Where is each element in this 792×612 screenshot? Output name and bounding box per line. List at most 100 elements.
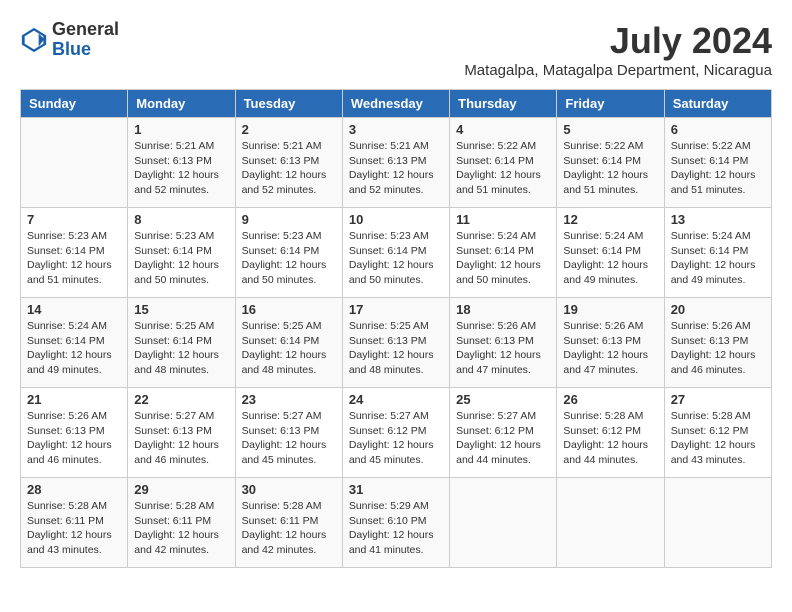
day-info: Sunrise: 5:27 AM Sunset: 6:12 PM Dayligh…	[349, 409, 443, 468]
day-info: Sunrise: 5:25 AM Sunset: 6:13 PM Dayligh…	[349, 319, 443, 378]
day-number: 5	[563, 122, 657, 137]
day-number: 23	[242, 392, 336, 407]
day-number: 15	[134, 302, 228, 317]
calendar-cell: 11 Sunrise: 5:24 AM Sunset: 6:14 PM Dayli…	[450, 208, 557, 298]
day-number: 18	[456, 302, 550, 317]
day-header-thursday: Thursday	[450, 90, 557, 118]
day-number: 12	[563, 212, 657, 227]
day-number: 20	[671, 302, 765, 317]
logo-icon	[20, 26, 48, 54]
calendar-cell: 24Sunrise: 5:27 AM Sunset: 6:12 PM Dayli…	[342, 388, 449, 478]
day-number: 11	[456, 212, 550, 227]
day-number: 1	[134, 122, 228, 137]
day-info: Sunrise: 5:27 AM Sunset: 6:13 PM Dayligh…	[134, 409, 228, 468]
calendar-cell: 29Sunrise: 5:28 AM Sunset: 6:11 PM Dayli…	[128, 478, 235, 568]
calendar-cell: 16 Sunrise: 5:25 AM Sunset: 6:14 PM Dayli…	[235, 298, 342, 388]
day-info: Sunrise: 5:21 AM Sunset: 6:13 PM Dayligh…	[134, 139, 228, 198]
calendar-cell: 26Sunrise: 5:28 AM Sunset: 6:12 PM Dayli…	[557, 388, 664, 478]
calendar-cell	[450, 478, 557, 568]
day-number: 28	[27, 482, 121, 497]
day-number: 16	[242, 302, 336, 317]
day-info: Sunrise: 5:22 AM Sunset: 6:14 PM Dayligh…	[671, 139, 765, 198]
calendar-cell: 30Sunrise: 5:28 AM Sunset: 6:11 PM Dayli…	[235, 478, 342, 568]
day-number: 21	[27, 392, 121, 407]
calendar-cell: 27 Sunrise: 5:28 AM Sunset: 6:12 PM Dayli…	[664, 388, 771, 478]
calendar-cell: 12 Sunrise: 5:24 AM Sunset: 6:14 PM Dayli…	[557, 208, 664, 298]
day-info: Sunrise: 5:27 AM Sunset: 6:12 PM Dayligh…	[456, 409, 550, 468]
calendar-cell: 31 Sunrise: 5:29 AM Sunset: 6:10 PM Dayli…	[342, 478, 449, 568]
day-info: Sunrise: 5:28 AM Sunset: 6:11 PM Dayligh…	[134, 499, 228, 558]
day-number: 2	[242, 122, 336, 137]
day-info: Sunrise: 5:27 AM Sunset: 6:13 PM Dayligh…	[242, 409, 336, 468]
logo-text: General Blue	[52, 20, 119, 60]
day-info: Sunrise: 5:23 AM Sunset: 6:14 PM Dayligh…	[27, 229, 121, 288]
day-info: Sunrise: 5:25 AM Sunset: 6:14 PM Dayligh…	[242, 319, 336, 378]
day-number: 4	[456, 122, 550, 137]
day-number: 22	[134, 392, 228, 407]
calendar-table: SundayMondayTuesdayWednesdayThursdayFrid…	[20, 89, 772, 568]
day-info: Sunrise: 5:26 AM Sunset: 6:13 PM Dayligh…	[456, 319, 550, 378]
title-block: July 2024 Matagalpa, Matagalpa Departmen…	[464, 20, 772, 79]
location-title: Matagalpa, Matagalpa Department, Nicarag…	[464, 62, 772, 79]
calendar-cell: 4 Sunrise: 5:22 AM Sunset: 6:14 PM Daylig…	[450, 118, 557, 208]
day-info: Sunrise: 5:23 AM Sunset: 6:14 PM Dayligh…	[134, 229, 228, 288]
day-info: Sunrise: 5:26 AM Sunset: 6:13 PM Dayligh…	[671, 319, 765, 378]
day-number: 6	[671, 122, 765, 137]
logo: General Blue	[20, 20, 119, 60]
day-number: 26	[563, 392, 657, 407]
day-info: Sunrise: 5:24 AM Sunset: 6:14 PM Dayligh…	[563, 229, 657, 288]
calendar-cell: 8 Sunrise: 5:23 AM Sunset: 6:14 PM Daylig…	[128, 208, 235, 298]
day-number: 31	[349, 482, 443, 497]
day-info: Sunrise: 5:21 AM Sunset: 6:13 PM Dayligh…	[349, 139, 443, 198]
day-number: 8	[134, 212, 228, 227]
day-info: Sunrise: 5:26 AM Sunset: 6:13 PM Dayligh…	[563, 319, 657, 378]
day-info: Sunrise: 5:28 AM Sunset: 6:11 PM Dayligh…	[27, 499, 121, 558]
calendar-cell: 21 Sunrise: 5:26 AM Sunset: 6:13 PM Dayli…	[21, 388, 128, 478]
calendar-cell: 5 Sunrise: 5:22 AM Sunset: 6:14 PM Daylig…	[557, 118, 664, 208]
calendar-cell: 14Sunrise: 5:24 AM Sunset: 6:14 PM Dayli…	[21, 298, 128, 388]
day-info: Sunrise: 5:22 AM Sunset: 6:14 PM Dayligh…	[563, 139, 657, 198]
day-header-sunday: Sunday	[21, 90, 128, 118]
calendar-body: 1 Sunrise: 5:21 AM Sunset: 6:13 PM Daylig…	[21, 118, 772, 568]
calendar-cell: 7Sunrise: 5:23 AM Sunset: 6:14 PM Daylig…	[21, 208, 128, 298]
day-number: 9	[242, 212, 336, 227]
day-number: 17	[349, 302, 443, 317]
day-info: Sunrise: 5:22 AM Sunset: 6:14 PM Dayligh…	[456, 139, 550, 198]
calendar-cell	[664, 478, 771, 568]
calendar-cell: 13 Sunrise: 5:24 AM Sunset: 6:14 PM Dayli…	[664, 208, 771, 298]
calendar-cell: 17 Sunrise: 5:25 AM Sunset: 6:13 PM Dayli…	[342, 298, 449, 388]
page-header: General Blue July 2024 Matagalpa, Mataga…	[20, 20, 772, 79]
calendar-cell: 9 Sunrise: 5:23 AM Sunset: 6:14 PM Daylig…	[235, 208, 342, 298]
day-info: Sunrise: 5:23 AM Sunset: 6:14 PM Dayligh…	[349, 229, 443, 288]
day-number: 27	[671, 392, 765, 407]
calendar-cell: 6 Sunrise: 5:22 AM Sunset: 6:14 PM Daylig…	[664, 118, 771, 208]
day-number: 19	[563, 302, 657, 317]
calendar-week-row: 28 Sunrise: 5:28 AM Sunset: 6:11 PM Dayli…	[21, 478, 772, 568]
day-number: 13	[671, 212, 765, 227]
day-info: Sunrise: 5:23 AM Sunset: 6:14 PM Dayligh…	[242, 229, 336, 288]
day-info: Sunrise: 5:26 AM Sunset: 6:13 PM Dayligh…	[27, 409, 121, 468]
calendar-header-row: SundayMondayTuesdayWednesdayThursdayFrid…	[21, 90, 772, 118]
calendar-cell: 2Sunrise: 5:21 AM Sunset: 6:13 PM Daylig…	[235, 118, 342, 208]
day-header-saturday: Saturday	[664, 90, 771, 118]
day-info: Sunrise: 5:24 AM Sunset: 6:14 PM Dayligh…	[27, 319, 121, 378]
calendar-cell: 20 Sunrise: 5:26 AM Sunset: 6:13 PM Dayli…	[664, 298, 771, 388]
calendar-week-row: 7Sunrise: 5:23 AM Sunset: 6:14 PM Daylig…	[21, 208, 772, 298]
day-number: 3	[349, 122, 443, 137]
day-info: Sunrise: 5:29 AM Sunset: 6:10 PM Dayligh…	[349, 499, 443, 558]
calendar-cell: 19 Sunrise: 5:26 AM Sunset: 6:13 PM Dayli…	[557, 298, 664, 388]
day-info: Sunrise: 5:24 AM Sunset: 6:14 PM Dayligh…	[456, 229, 550, 288]
calendar-cell: 25 Sunrise: 5:27 AM Sunset: 6:12 PM Dayli…	[450, 388, 557, 478]
logo-general: General	[52, 20, 119, 40]
calendar-week-row: 1 Sunrise: 5:21 AM Sunset: 6:13 PM Daylig…	[21, 118, 772, 208]
day-number: 25	[456, 392, 550, 407]
day-header-wednesday: Wednesday	[342, 90, 449, 118]
calendar-cell: 28 Sunrise: 5:28 AM Sunset: 6:11 PM Dayli…	[21, 478, 128, 568]
day-info: Sunrise: 5:24 AM Sunset: 6:14 PM Dayligh…	[671, 229, 765, 288]
calendar-cell: 3 Sunrise: 5:21 AM Sunset: 6:13 PM Daylig…	[342, 118, 449, 208]
calendar-cell: 1 Sunrise: 5:21 AM Sunset: 6:13 PM Daylig…	[128, 118, 235, 208]
calendar-cell	[21, 118, 128, 208]
day-header-friday: Friday	[557, 90, 664, 118]
month-title: July 2024	[464, 20, 772, 62]
day-info: Sunrise: 5:28 AM Sunset: 6:12 PM Dayligh…	[671, 409, 765, 468]
